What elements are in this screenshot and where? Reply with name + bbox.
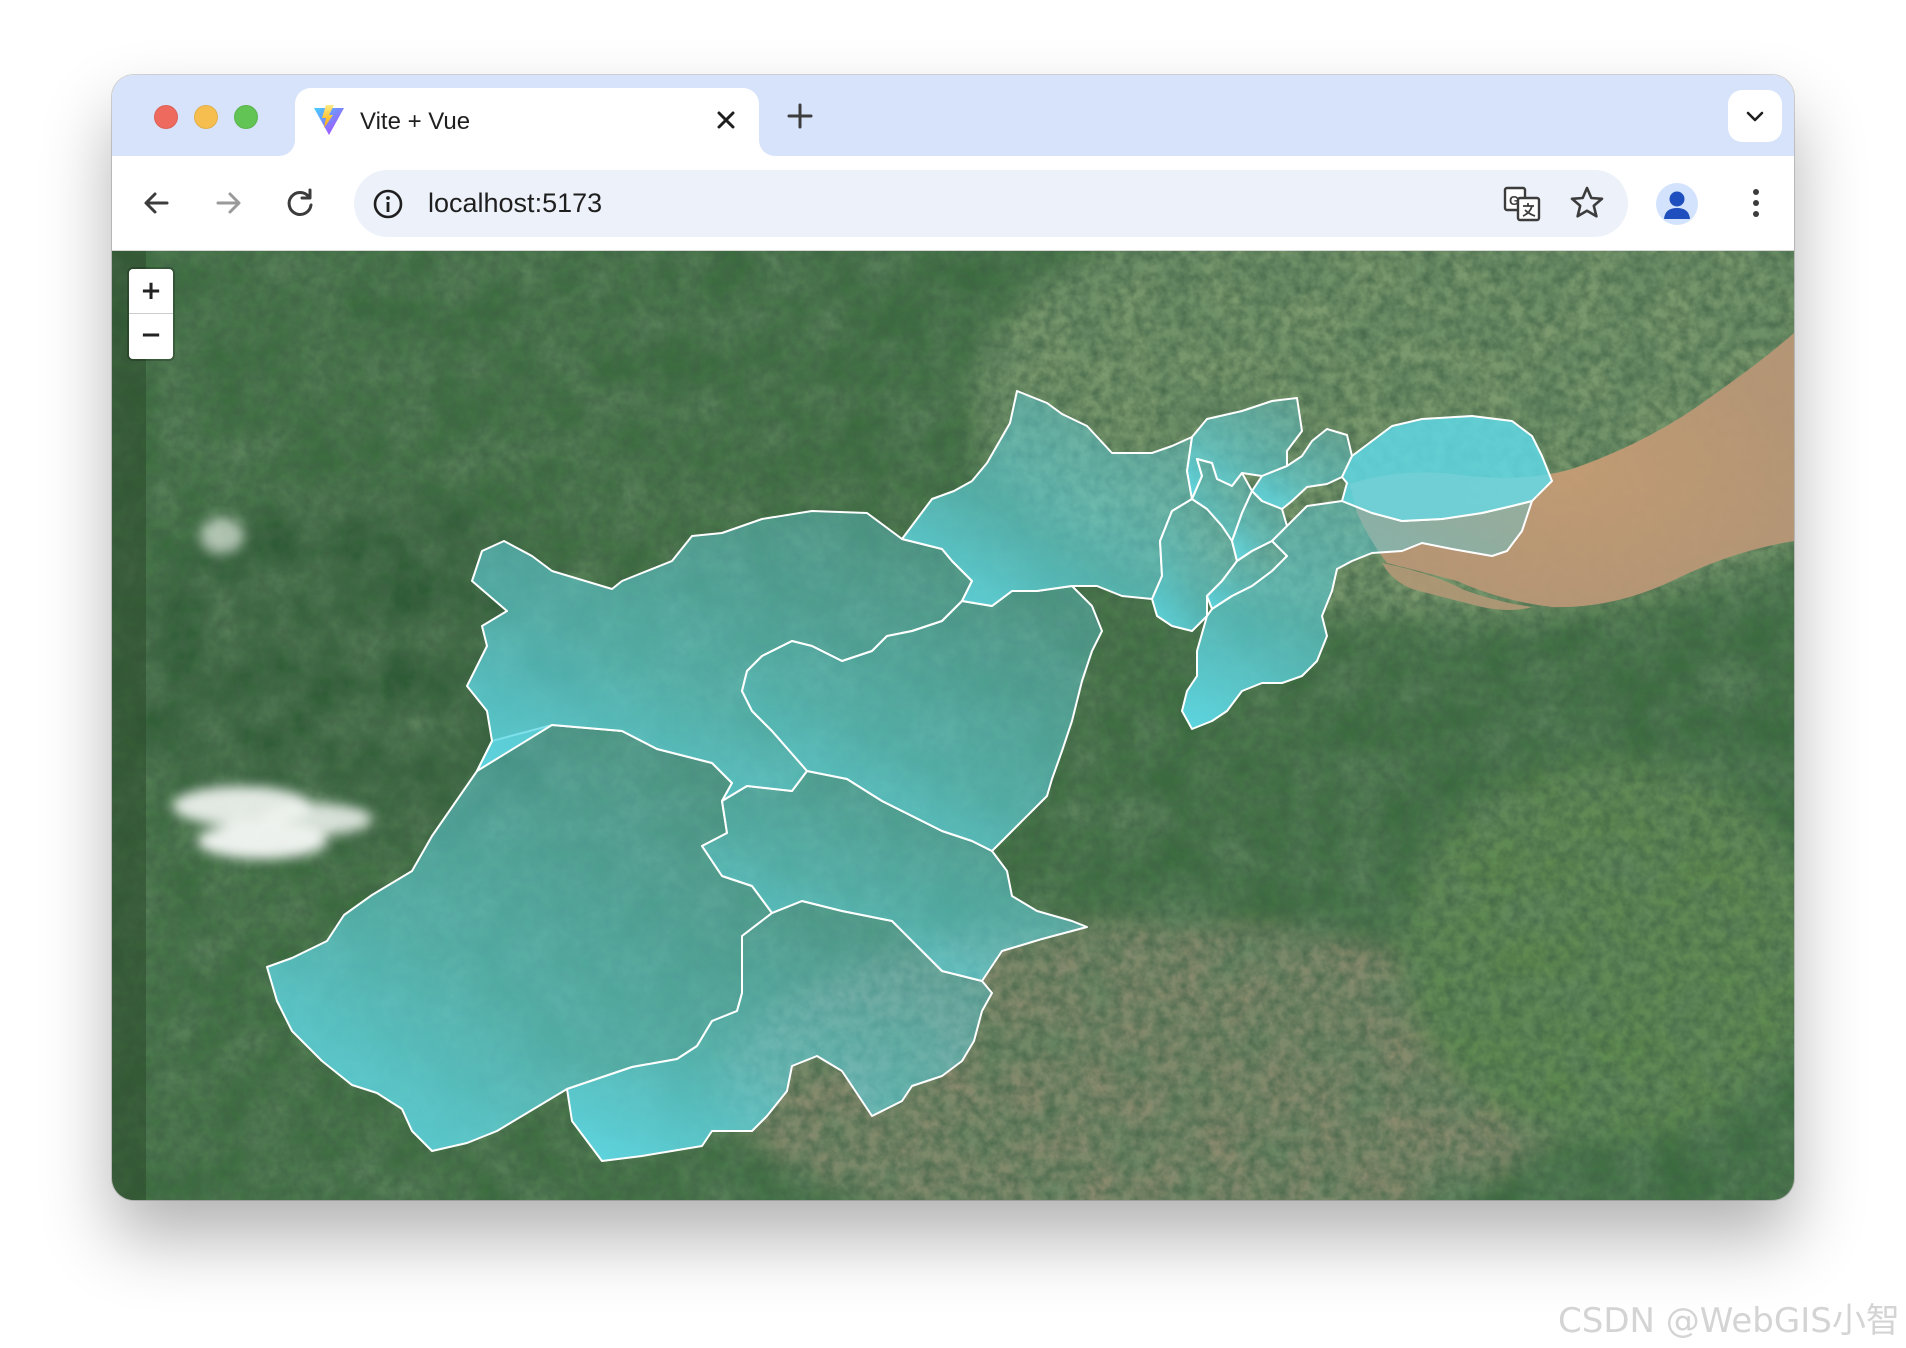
tab-vite-vue[interactable]: Vite + Vue bbox=[295, 88, 759, 156]
translate-icon[interactable]: G bbox=[1502, 184, 1542, 224]
map-left-edge bbox=[112, 251, 146, 1200]
watermark-text: CSDN @WebGIS小智 bbox=[1558, 1301, 1900, 1341]
address-bar[interactable]: localhost:5173 G bbox=[354, 170, 1628, 237]
close-icon[interactable] bbox=[711, 105, 741, 135]
account-avatar bbox=[1664, 191, 1690, 219]
browser-window: Vite + Vue localhost:5173 G + − bbox=[112, 75, 1794, 1200]
star-icon[interactable] bbox=[1568, 184, 1606, 222]
close-window-button[interactable] bbox=[154, 105, 178, 129]
url-text[interactable]: localhost:5173 bbox=[428, 188, 602, 219]
minimize-window-button[interactable] bbox=[194, 105, 218, 129]
svg-text:G: G bbox=[1509, 193, 1519, 208]
chevron-down-icon bbox=[1746, 111, 1764, 122]
vite-logo-icon bbox=[314, 105, 344, 135]
more-vert-icon[interactable] bbox=[1736, 183, 1776, 223]
tab-search-button[interactable] bbox=[1728, 90, 1782, 142]
zoom-in-button[interactable]: + bbox=[129, 269, 173, 314]
satellite-map[interactable] bbox=[112, 251, 1794, 1200]
info-icon[interactable] bbox=[371, 187, 405, 221]
zoom-control: + − bbox=[129, 269, 173, 359]
tab-title: Vite + Vue bbox=[360, 108, 471, 135]
account-icon[interactable] bbox=[1656, 183, 1698, 225]
screenshot-canvas: Vite + Vue localhost:5173 G + − CSDN @We… bbox=[0, 0, 1906, 1348]
arrow-left-icon[interactable] bbox=[138, 184, 176, 222]
map-view[interactable]: + − bbox=[112, 251, 1794, 1200]
arrow-right-icon[interactable] bbox=[209, 184, 247, 222]
zoom-out-button[interactable]: − bbox=[129, 314, 173, 359]
browser-toolbar: localhost:5173 G bbox=[112, 156, 1794, 251]
tab-strip: Vite + Vue bbox=[112, 75, 1794, 156]
plus-icon[interactable] bbox=[784, 100, 816, 132]
zoom-window-button[interactable] bbox=[234, 105, 258, 129]
reload-icon[interactable] bbox=[281, 184, 319, 222]
